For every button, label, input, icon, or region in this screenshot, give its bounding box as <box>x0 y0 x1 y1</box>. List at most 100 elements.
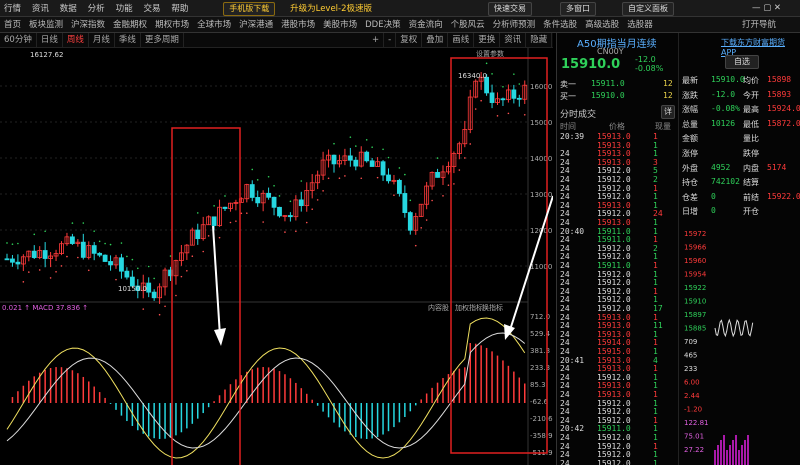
nav-item-1[interactable]: 板块监测 <box>25 17 67 33</box>
ask-row: 卖一 15911.0 12 <box>560 79 673 89</box>
nav-item-7[interactable]: 港股市场 <box>277 17 319 33</box>
sar-dot <box>349 136 352 138</box>
app-download-link[interactable]: 下载东方财富期货APP <box>721 37 800 57</box>
nav-item-6[interactable]: 沪深港通 <box>235 17 277 33</box>
period-tab-1[interactable]: 日线 <box>37 33 63 48</box>
nav-item-12[interactable]: 分析师预测 <box>489 17 540 33</box>
sar-dot <box>409 199 412 202</box>
candle-body <box>108 261 113 266</box>
level-label: 15897 <box>684 311 706 319</box>
fund-row: 外盘 4952 内盘 5174 <box>682 162 787 173</box>
candle-body <box>124 270 130 278</box>
candle-body <box>102 254 108 262</box>
sar-dot <box>207 235 210 237</box>
trades-list[interactable]: 20:39 15913.0 1 15913.0 1 24 15913.0 1 24 15913.0… <box>557 132 679 465</box>
level-label: 15885 <box>684 325 706 333</box>
nav-item-3[interactable]: 金融期权 <box>109 17 151 33</box>
nav-item-8[interactable]: 美股市场 <box>319 17 361 33</box>
fund-row: 最新 15910.0 均价 15898 <box>682 75 792 85</box>
candle-body <box>353 159 359 167</box>
sar-dot <box>213 205 215 207</box>
sar-dot <box>278 195 281 197</box>
menu-fenxi[interactable]: 分析 <box>84 1 109 18</box>
period-tab-5[interactable]: 更多周期 <box>141 33 184 48</box>
custom-board-button[interactable]: 自定义面板 <box>622 2 674 16</box>
sub-y-tick-label: 85.3 <box>530 381 546 389</box>
nav-item-15[interactable]: 选股器 <box>623 17 657 33</box>
nav-item-10[interactable]: 资金流向 <box>405 17 447 33</box>
nav-item-4[interactable]: 期权市场 <box>151 17 193 33</box>
chart-tool-7[interactable]: 隐藏 <box>526 33 553 48</box>
nav-item-14[interactable]: 高级选股 <box>581 17 623 33</box>
menu-bangzhu[interactable]: 帮助 <box>167 1 192 18</box>
sar-dot <box>273 185 275 187</box>
quick-trade-button[interactable]: 快速交易 <box>488 2 532 16</box>
period-tab-4[interactable]: 季线 <box>115 33 141 48</box>
multi-window-button[interactable]: 多窗口 <box>560 2 596 16</box>
nav-item-9[interactable]: DDE决策 <box>361 17 404 33</box>
nav-item-11[interactable]: 个股风云 <box>447 17 489 33</box>
period-tab-0[interactable]: 60分钟 <box>0 33 37 48</box>
trades-detail-button[interactable]: 详 <box>661 105 675 119</box>
menu-gongneng[interactable]: 功能 <box>112 1 137 18</box>
nav-item-16[interactable]: 打开导航 <box>738 17 780 33</box>
fund-row: 涨跌 -12.0 今开 15893 <box>682 89 792 100</box>
nav-item-2[interactable]: 沪深指数 <box>67 17 109 33</box>
candle-body <box>369 160 375 167</box>
sar-dot <box>311 208 314 210</box>
chart-tool-4[interactable]: 画线 <box>448 33 475 48</box>
candle-body <box>80 241 86 258</box>
chart-tool-3[interactable]: 叠加 <box>422 33 449 48</box>
chart-tool-5[interactable]: 更换 <box>474 33 501 48</box>
y-tick-label: 14000.0 <box>530 155 553 163</box>
candle-body <box>195 229 201 240</box>
level-label: 6.00 <box>684 379 700 387</box>
sar-dot <box>404 173 406 176</box>
sar-dot <box>11 243 14 245</box>
sar-dot <box>420 227 423 229</box>
sub-tab-2[interactable]: 换指标 <box>482 303 503 312</box>
chart-tool-1[interactable]: - <box>384 33 397 48</box>
candle-body <box>4 258 10 261</box>
macd-label: 0.021 ↑ MACD 37.836 ↑ <box>2 304 88 312</box>
menu-jiaoyi[interactable]: 交易 <box>139 1 164 18</box>
candle-body <box>277 206 282 217</box>
sar-dot <box>338 177 341 179</box>
nav-item-5[interactable]: 全球市场 <box>193 17 235 33</box>
chart-tool-6[interactable]: 资讯 <box>500 33 527 48</box>
sar-dot <box>262 221 264 223</box>
sar-dot <box>523 113 526 116</box>
candle-body <box>364 151 370 162</box>
watchlist-button[interactable]: 自选 <box>725 55 759 69</box>
menu-zixun[interactable]: 资讯 <box>28 1 53 18</box>
period-tab-3[interactable]: 月线 <box>89 33 115 48</box>
fund-table: 最新 15910.0 均价 15898 涨跌 -12.0 今开 15893 涨幅 -0.08% 最高… <box>679 75 800 225</box>
candle-body <box>435 171 440 178</box>
sar-dot <box>453 183 455 185</box>
trade-row: 24 15912.0 1 <box>560 458 658 465</box>
menu-hangqing[interactable]: 行情 <box>0 1 25 18</box>
chart-tool-0[interactable]: + <box>368 33 385 48</box>
sub-tab-1[interactable]: 加权指标 <box>455 303 483 312</box>
sub-y-tick-label: -62.6 <box>530 398 549 406</box>
level-label: 15966 <box>684 244 707 252</box>
kline-chart[interactable]: 16000.015000.014000.013000.012000.011000… <box>0 48 553 465</box>
sar-dot <box>33 233 36 236</box>
sub-y-tick-label: -358.9 <box>530 432 553 440</box>
menu-shuju[interactable]: 数据 <box>56 1 81 18</box>
sub-tab-0[interactable]: 内容股 <box>428 303 449 312</box>
window-controls[interactable]: — ▢ ✕ <box>748 0 785 17</box>
level2-promo-link[interactable]: 升级为Level-2极速版 <box>286 1 376 18</box>
settings-label[interactable]: 设置参数 <box>476 49 504 58</box>
sar-dot <box>447 184 450 187</box>
level-label: 15910 <box>684 298 706 306</box>
nav-item-0[interactable]: 首页 <box>0 17 25 33</box>
sar-dot <box>327 177 330 180</box>
phone-download-button[interactable]: 手机版下载 <box>223 2 276 16</box>
period-tab-2[interactable]: 周线 <box>63 33 89 48</box>
sar-dot <box>142 308 145 310</box>
candle-body <box>222 206 228 209</box>
nav-item-13[interactable]: 条件选股 <box>539 17 581 33</box>
sar-dot <box>474 108 477 110</box>
chart-tool-2[interactable]: 复权 <box>396 33 423 48</box>
